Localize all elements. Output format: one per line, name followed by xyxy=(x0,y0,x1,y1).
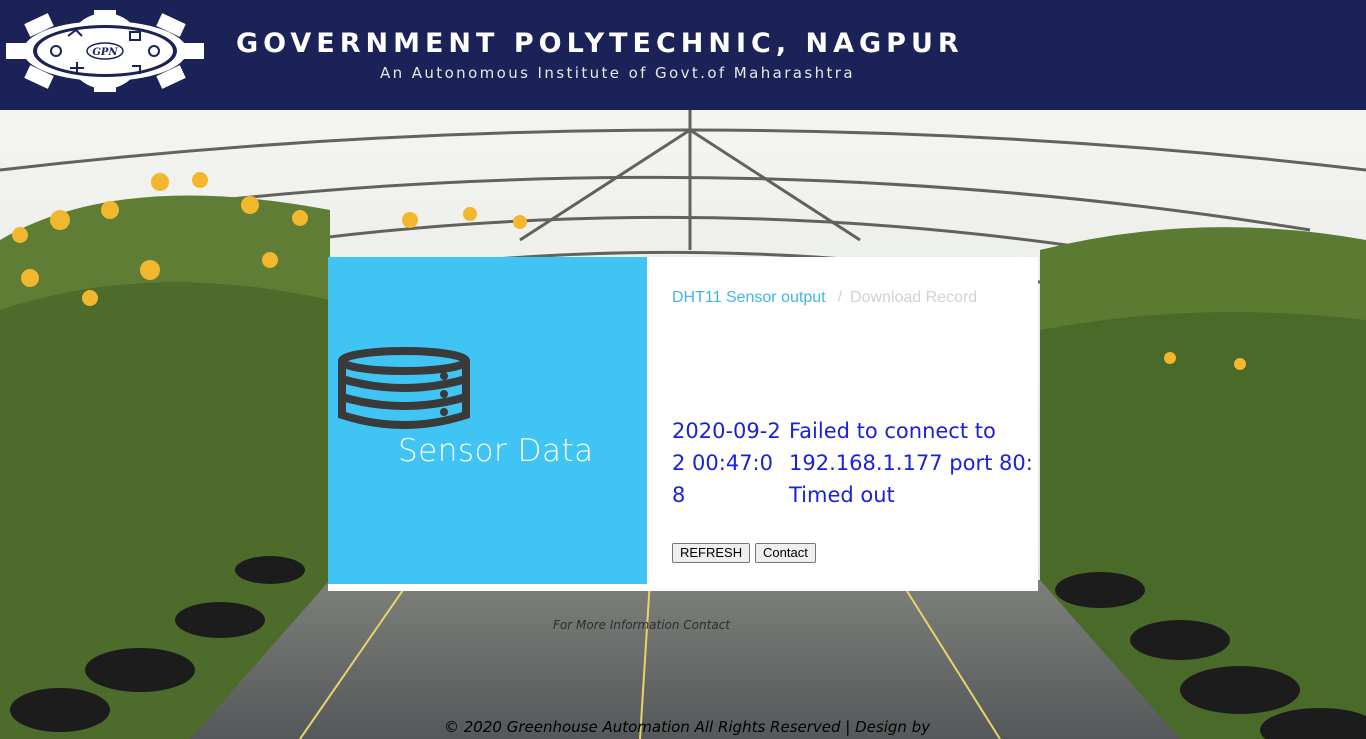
site-header: GPN GOVERNMENT POLYTECHNIC, NAGPUR An Au… xyxy=(0,0,1366,110)
svg-text:GPN: GPN xyxy=(92,47,118,58)
breadcrumb: DHT11 Sensor output / Download Record xyxy=(672,289,977,307)
sensor-card: Sensor Data DHT11 Sensor output / Download… xyxy=(328,257,1038,591)
panel-title: Sensor Data xyxy=(398,433,594,469)
breadcrumb-download-record[interactable]: Download Record xyxy=(850,289,977,306)
institute-subtitle: An Autonomous Institute of Govt.of Mahar… xyxy=(380,64,855,82)
institute-logo: GPN xyxy=(6,10,204,92)
contact-button[interactable]: Contact xyxy=(755,543,816,563)
database-icon xyxy=(338,347,470,429)
breadcrumb-separator: / xyxy=(837,289,843,306)
breadcrumb-sensor-output[interactable]: DHT11 Sensor output xyxy=(672,289,826,306)
sensor-panel: Sensor Data xyxy=(328,257,647,584)
reading-message: Failed to connect to 192.168.1.177 port … xyxy=(789,419,1033,507)
refresh-button[interactable]: REFRESH xyxy=(672,543,751,563)
footer-copyright: © 2020 Greenhouse Automation All Rights … xyxy=(444,718,931,736)
institute-name: GOVERNMENT POLYTECHNIC, NAGPUR xyxy=(236,28,964,59)
more-info-text: For More Information Contact xyxy=(553,618,730,632)
reading-timestamp: 2020-09-22 00:47:08 xyxy=(672,419,781,507)
